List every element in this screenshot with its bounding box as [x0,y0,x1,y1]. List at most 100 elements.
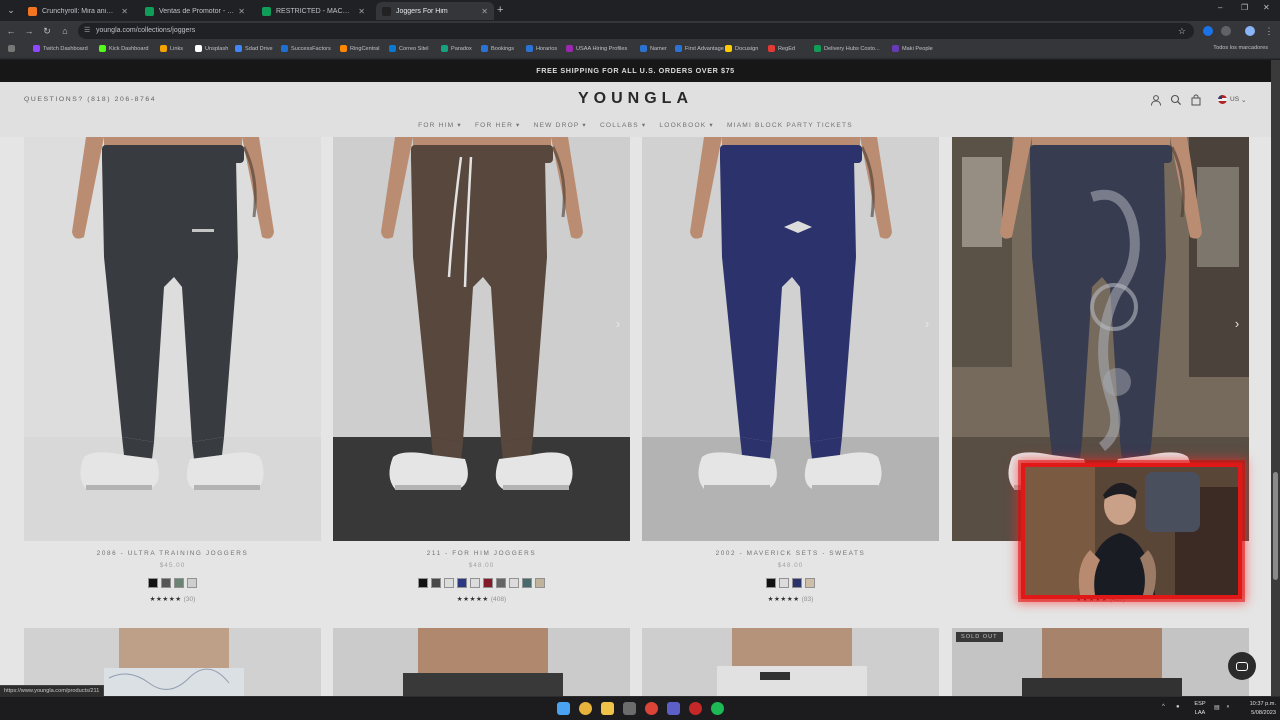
home-icon[interactable]: ⌂ [58,24,72,38]
browser-tab-2[interactable]: Ventas de Promotor - Hojas de ✕ [139,2,251,20]
color-swatch[interactable] [470,578,480,588]
next-image-arrow-icon[interactable]: › [611,315,625,333]
color-swatch[interactable] [418,578,428,588]
store-logo[interactable]: YOUNGLA [0,90,1271,108]
bookmark-item[interactable]: Unsplash [195,45,228,52]
product-rating[interactable]: ★★★★★ (30) [24,595,321,603]
file-explorer-icon[interactable] [601,702,614,715]
spotify-icon[interactable] [711,702,724,715]
bookmark-item[interactable]: Correo Sitel [389,45,429,52]
color-swatch[interactable] [483,578,493,588]
network-icon[interactable]: ▤ [1214,704,1220,711]
color-swatch[interactable] [535,578,545,588]
color-swatch[interactable] [522,578,532,588]
reload-icon[interactable]: ↻ [40,24,54,38]
obs-icon[interactable] [689,702,702,715]
product-title[interactable]: 2086 - ULTRA TRAINING JOGGERS [24,550,321,557]
close-window-icon[interactable]: ✕ [1263,3,1270,12]
tab-close-icon[interactable]: ✕ [121,7,128,16]
product-card-row2-2[interactable] [333,628,630,696]
bookmark-item[interactable]: Docusign [725,45,758,52]
product-image[interactable] [24,137,321,541]
next-image-arrow-icon[interactable]: › [1230,315,1244,333]
bookmark-item[interactable]: RingCentral [340,45,380,52]
product-title[interactable]: 211 - FOR HIM JOGGERS [333,550,630,557]
nav-lookbook[interactable]: LOOKBOOK ▾ [659,122,714,129]
bookmark-item[interactable]: Maki People [892,45,933,52]
color-swatch[interactable] [444,578,454,588]
product-title[interactable]: 2002 - MAVERICK SETS - SWEATS [642,550,939,557]
color-swatch[interactable] [187,578,197,588]
color-swatch[interactable] [766,578,776,588]
color-swatch[interactable] [779,578,789,588]
bookmark-item[interactable]: Bookings [481,45,514,52]
product-image[interactable] [333,137,630,541]
start-menu-icon[interactable] [557,702,570,715]
bookmark-item[interactable]: USAA Hiring Profiles [566,45,627,52]
search-icon[interactable] [1170,94,1182,106]
tray-chevron-icon[interactable]: ^ [1162,704,1165,710]
color-swatch[interactable] [161,578,171,588]
tab-close-icon[interactable]: ✕ [358,7,365,16]
color-swatch[interactable] [792,578,802,588]
nav-collabs[interactable]: COLLABS ▾ [600,122,646,129]
tab-close-icon[interactable]: ✕ [238,7,245,16]
teams-icon[interactable] [667,702,680,715]
nav-for-her[interactable]: FOR HER ▾ [475,122,521,129]
next-image-arrow-icon[interactable]: › [920,315,934,333]
store-app-icon[interactable] [623,702,636,715]
product-rating[interactable]: ★★★★★ (408) [333,595,630,603]
chat-widget-button[interactable] [1228,652,1256,680]
browser-tab-1[interactable]: Crunchyroll: Mira animes popula✕ [22,2,134,20]
site-info-icon[interactable]: ☰ [84,23,90,39]
nav-miami-block-party[interactable]: MIAMI BLOCK PARTY TICKETS [727,122,853,129]
color-swatch[interactable] [174,578,184,588]
apps-grid-icon[interactable] [8,45,18,52]
browser-tab-4[interactable]: Joggers For Him ✕ [376,2,494,20]
color-swatch[interactable] [457,578,467,588]
extensions-puzzle-icon[interactable] [1221,26,1231,36]
nav-new-drop[interactable]: NEW DROP ▾ [534,122,587,129]
input-language-indicator[interactable]: ESP LAA [1190,700,1210,718]
color-swatch[interactable] [509,578,519,588]
product-card[interactable]: 2086 - ULTRA TRAINING JOGGERS $45.00 ★★★★★… [24,137,321,617]
bookmark-item[interactable]: Twitch Dashboard [33,45,88,52]
tray-mic-icon[interactable]: ● [1176,704,1180,710]
color-swatch[interactable] [496,578,506,588]
product-card[interactable]: › 211 - FOR HIM JOGGERS $48.00 ★★★★★ (408) [333,137,630,617]
tab-search-icon[interactable]: ⌄ [4,3,18,17]
page-scrollbar[interactable] [1271,60,1280,696]
bookmark-item[interactable]: RegEd [768,45,795,52]
nav-for-him[interactable]: FOR HIM ▾ [418,122,462,129]
product-image[interactable] [642,137,939,541]
profile-avatar-icon[interactable] [1245,26,1255,36]
locale-selector[interactable]: US ⌄ [1218,95,1246,104]
account-icon[interactable] [1150,94,1162,106]
forward-icon[interactable]: → [22,24,36,38]
bookmark-item[interactable]: Links [160,45,183,52]
product-card-row2-4[interactable]: SOLD OUT [952,628,1249,696]
system-clock[interactable]: 10:37 p.m. 5/08/2023 [1236,700,1276,718]
bookmark-star-icon[interactable]: ☆ [1178,23,1186,39]
all-bookmarks-folder[interactable]: Todos los marcadores [1213,45,1268,51]
chrome-taskbar-icon[interactable] [645,702,658,715]
minimize-icon[interactable]: – [1218,3,1222,12]
bookmark-item[interactable]: SuccessFactors [281,45,331,52]
color-swatch[interactable] [431,578,441,588]
bookmark-item[interactable]: Kick Dashboard [99,45,149,52]
color-swatch[interactable] [805,578,815,588]
scrollbar-thumb[interactable] [1273,472,1278,580]
cart-icon[interactable] [1190,94,1202,106]
address-bar[interactable]: ☰ youngla.com/collections/joggers ☆ [78,23,1194,39]
browser-tab-3[interactable]: RESTRICTED - MACHINE 20 SE✕ [256,2,371,20]
bookmark-item[interactable]: Namer [640,45,667,52]
bookmark-item[interactable]: Horarios [526,45,557,52]
product-card[interactable]: › 2002 - MAVERICK SETS - SWEATS $48.00 ★★★★… [642,137,939,617]
bookmark-item[interactable]: Sdad Drive [235,45,273,52]
browser-menu-icon[interactable]: ⋮ [1262,24,1276,38]
extension-icon[interactable] [1203,26,1213,36]
copilot-icon[interactable] [579,702,592,715]
bookmark-item[interactable]: Paradox [441,45,472,52]
back-icon[interactable]: ← [4,24,18,38]
product-rating[interactable]: ★★★★★ (83) [642,595,939,603]
